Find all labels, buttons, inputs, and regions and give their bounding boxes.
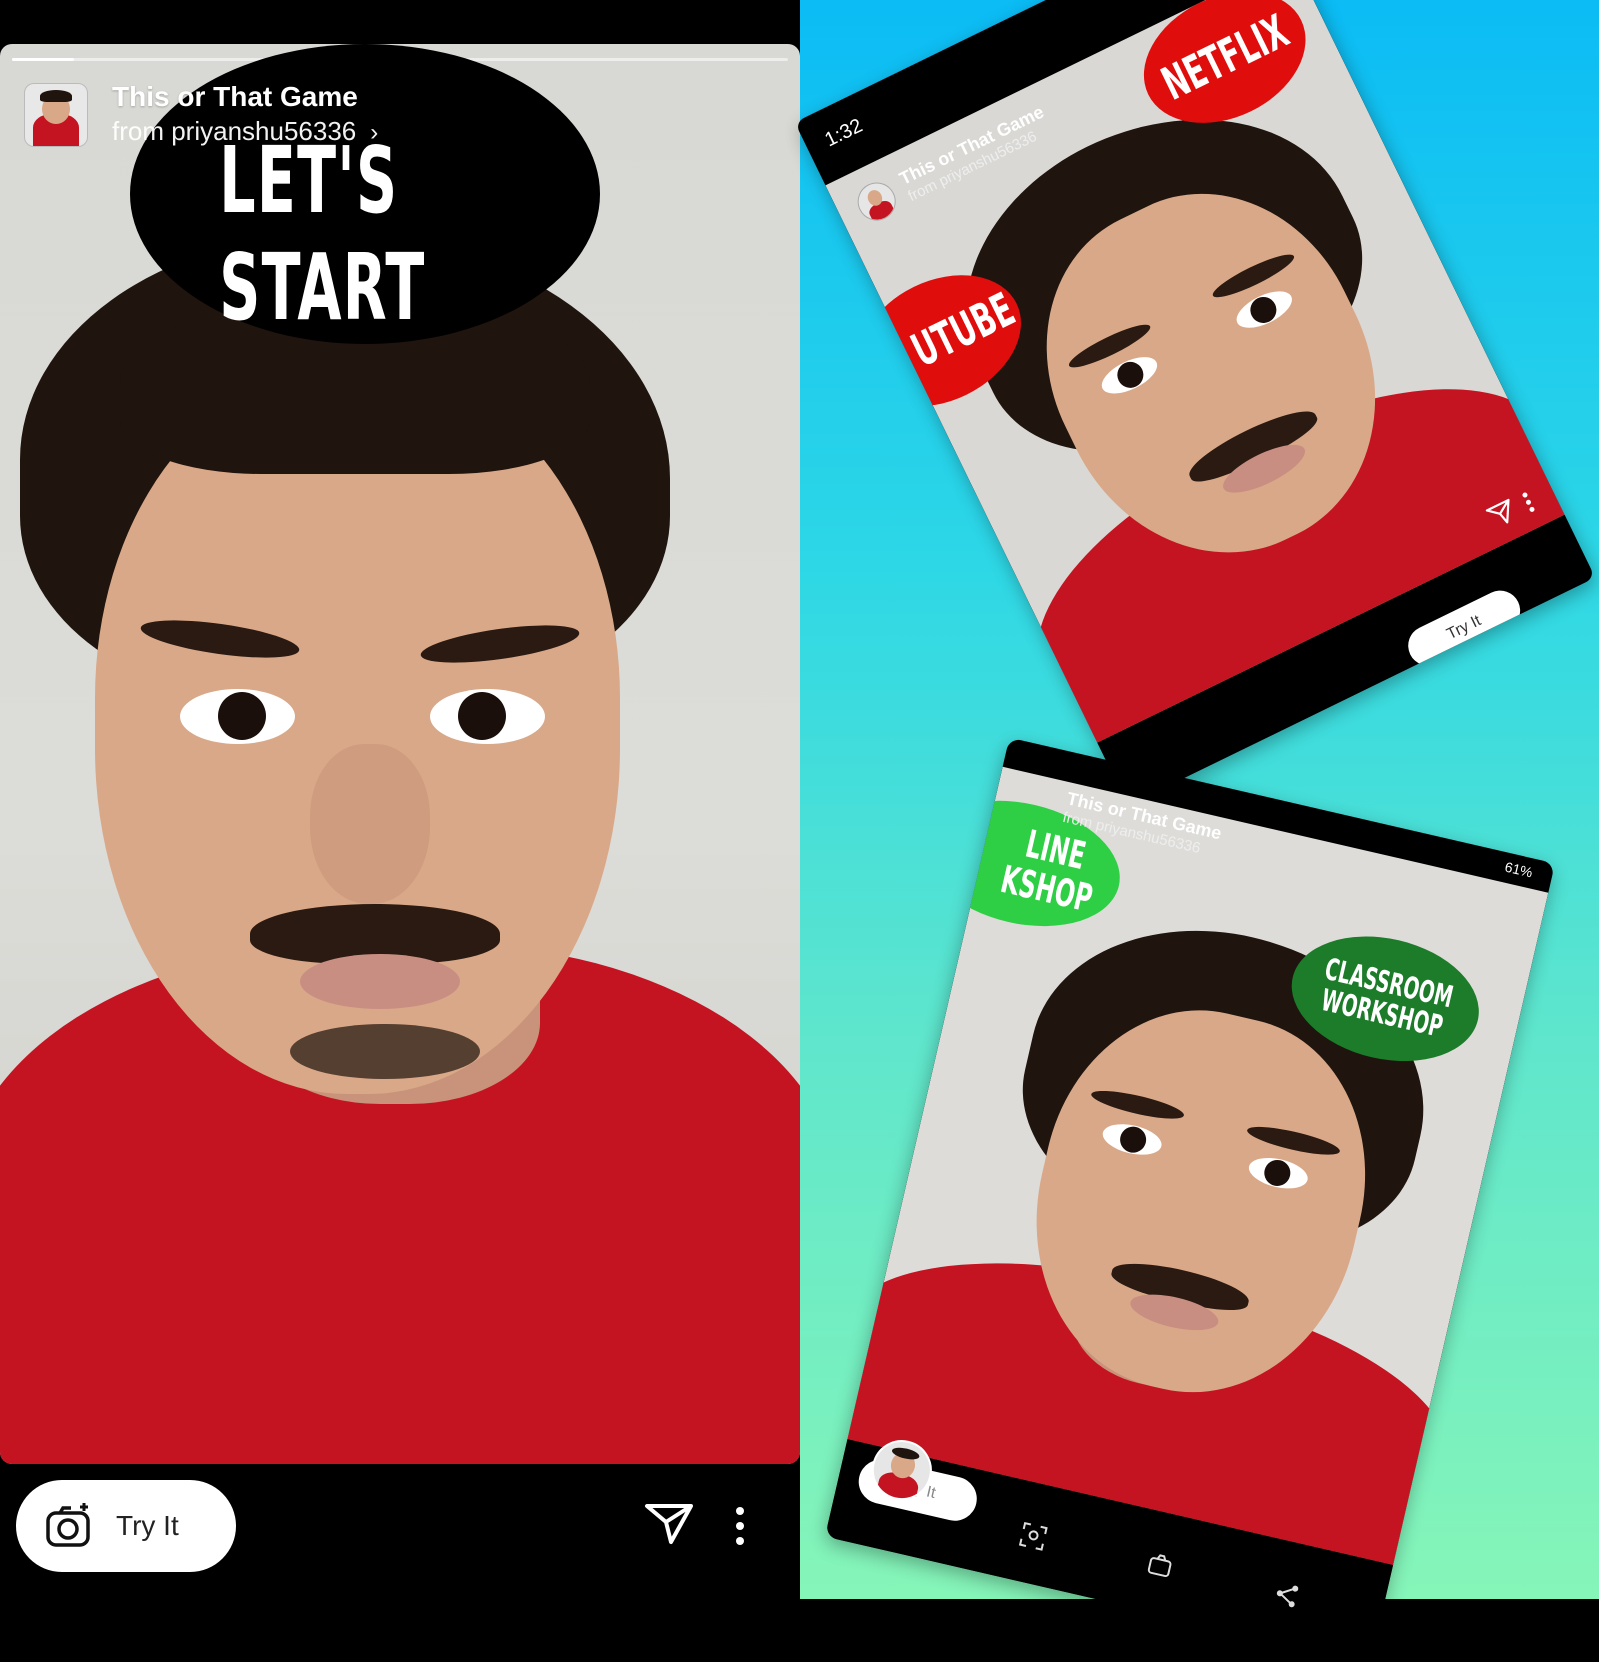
effect-title[interactable]: This or That Game	[112, 80, 378, 114]
chevron-right-icon: ›	[370, 119, 379, 146]
creator-link[interactable]: from priyanshu56336 ›	[112, 114, 378, 150]
send-icon[interactable]	[644, 1502, 694, 1546]
status-time: 1:32	[821, 114, 867, 152]
try-it-label: Try It	[116, 1510, 179, 1541]
try-it-button[interactable]: Try It	[16, 1480, 236, 1572]
story-header[interactable]: This or That Game from priyanshu56336 ›	[24, 80, 378, 150]
more-icon[interactable]	[735, 1506, 745, 1546]
battery-status: 61%	[1503, 858, 1535, 881]
main-story-viewer: LET'S START This or That Game from priya…	[0, 0, 800, 1599]
camera-icon	[46, 1503, 90, 1547]
sticker-text: LET'S START	[219, 127, 426, 341]
avatar[interactable]	[24, 83, 88, 147]
